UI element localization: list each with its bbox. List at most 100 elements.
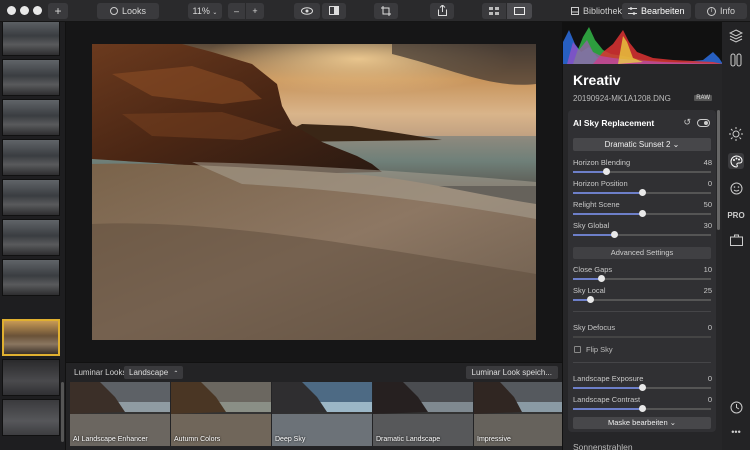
zoom-select[interactable]: 11% ⌄ bbox=[188, 3, 222, 19]
tool-header-controls: ↺ bbox=[683, 117, 710, 128]
zoom-window-button[interactable] bbox=[33, 6, 42, 15]
film-thumbnail[interactable] bbox=[2, 219, 60, 256]
tool-enable-toggle[interactable] bbox=[697, 118, 710, 127]
close-window-button[interactable] bbox=[7, 6, 16, 15]
slider-label: Horizon Position bbox=[573, 179, 628, 188]
film-thumbnail[interactable] bbox=[2, 22, 60, 56]
section-sonnenstrahlen[interactable]: Sonnenstrahlen bbox=[573, 442, 633, 450]
image-canvas bbox=[66, 22, 562, 362]
photo-image bbox=[92, 44, 536, 340]
reset-icon[interactable]: ↺ bbox=[683, 117, 691, 128]
preview-button[interactable] bbox=[294, 3, 320, 19]
look-thumbnail[interactable]: Dramatic Landscape bbox=[373, 382, 473, 446]
horizon-blending-slider[interactable] bbox=[573, 168, 711, 175]
look-thumbnail[interactable]: Deep Sky bbox=[272, 382, 372, 446]
edit-mask-button[interactable]: Maske bearbeiten ⌄ bbox=[573, 417, 711, 429]
tab-bearbeiten[interactable]: Bearbeiten bbox=[622, 3, 691, 19]
tool-title[interactable]: AI Sky Replacement bbox=[573, 118, 654, 128]
slider-label: Sky Local bbox=[573, 286, 606, 295]
looks-button[interactable]: Looks bbox=[97, 3, 159, 19]
slider-fill bbox=[573, 192, 642, 194]
slider-knob[interactable] bbox=[639, 189, 646, 196]
eye-icon bbox=[301, 7, 313, 15]
crop-button[interactable] bbox=[374, 3, 398, 19]
sky-local-slider[interactable] bbox=[573, 296, 711, 303]
tab-bibliothek[interactable]: Bibliothek bbox=[565, 3, 628, 19]
minimize-window-button[interactable] bbox=[20, 6, 29, 15]
film-thumbnail[interactable] bbox=[2, 399, 60, 436]
top-toolbar: + Looks 11% ⌄ – + Bibliothek Bearbeiten bbox=[0, 0, 750, 22]
canvas-adjust-icon[interactable] bbox=[728, 52, 744, 68]
film-thumbnail[interactable] bbox=[2, 259, 60, 296]
film-thumbnail[interactable] bbox=[2, 99, 60, 136]
palette-icon[interactable] bbox=[728, 153, 744, 169]
slider-knob[interactable] bbox=[639, 405, 646, 412]
slider-fill bbox=[573, 171, 607, 173]
flip-sky-checkbox[interactable] bbox=[574, 346, 581, 353]
compare-button[interactable] bbox=[322, 3, 346, 19]
slider-fill bbox=[573, 408, 642, 410]
look-thumbnail[interactable]: Impressive bbox=[474, 382, 562, 446]
film-thumbnail[interactable] bbox=[2, 139, 60, 176]
filmstrip-scrollbar[interactable] bbox=[61, 382, 64, 442]
slider-knob[interactable] bbox=[586, 296, 594, 303]
landscape-exposure-slider[interactable] bbox=[573, 384, 711, 391]
main-photo[interactable] bbox=[92, 44, 536, 340]
layers-icon[interactable] bbox=[728, 28, 744, 44]
horizon-position-slider[interactable] bbox=[573, 189, 711, 196]
chevron-icon: ⌃ bbox=[173, 371, 179, 377]
film-thumbnail[interactable] bbox=[2, 179, 60, 216]
zoom-out-button[interactable]: – bbox=[228, 3, 246, 19]
slider-knob[interactable] bbox=[603, 168, 611, 175]
slider-knob[interactable] bbox=[597, 275, 605, 282]
panel-scrollbar[interactable] bbox=[717, 110, 720, 230]
slider-value: 0 bbox=[707, 179, 712, 188]
essentials-sun-icon[interactable] bbox=[728, 126, 744, 142]
landscape-contrast-slider[interactable] bbox=[573, 405, 711, 412]
single-view-button[interactable] bbox=[507, 3, 532, 19]
divider bbox=[573, 362, 711, 363]
looks-label: Looks bbox=[121, 6, 147, 16]
look-thumbnail[interactable]: AI Landscape Enhancer bbox=[70, 382, 170, 446]
more-icon[interactable]: ••• bbox=[728, 424, 744, 440]
look-name: Impressive bbox=[477, 436, 511, 443]
panel-title: Kreativ bbox=[573, 72, 621, 88]
film-thumbnail[interactable] bbox=[2, 359, 60, 396]
slider-fill bbox=[573, 213, 642, 215]
slider-value: 48 bbox=[703, 158, 712, 167]
close-gaps-slider[interactable] bbox=[573, 275, 711, 282]
sliders-icon bbox=[628, 7, 637, 15]
save-look-button[interactable]: Luminar Look speich... bbox=[465, 366, 558, 379]
slider-knob[interactable] bbox=[639, 210, 646, 217]
tab-label: Bibliothek bbox=[583, 6, 623, 16]
sky-global-slider[interactable] bbox=[573, 231, 711, 238]
film-thumbnail-selected[interactable] bbox=[2, 319, 60, 356]
slider-knob[interactable] bbox=[611, 231, 619, 238]
slider-fill bbox=[573, 278, 601, 280]
relight-scene-slider[interactable] bbox=[573, 210, 711, 217]
history-icon[interactable] bbox=[728, 399, 744, 415]
looks-category-select[interactable]: Landscape ⌃ bbox=[124, 366, 184, 379]
tab-info[interactable]: i Info bbox=[695, 3, 747, 19]
flip-sky-label: Flip Sky bbox=[586, 345, 613, 354]
advanced-settings-button[interactable]: Advanced Settings bbox=[573, 247, 711, 259]
smiley-icon[interactable] bbox=[728, 180, 744, 196]
sky-preset-select[interactable]: Dramatic Sunset 2 ⌄ bbox=[573, 138, 711, 151]
pro-icon[interactable]: PRO bbox=[727, 207, 744, 223]
raw-badge: RAW bbox=[694, 95, 712, 101]
zoom-in-button[interactable]: + bbox=[246, 3, 264, 19]
film-thumbnail[interactable] bbox=[2, 59, 60, 96]
crop-icon bbox=[381, 6, 391, 16]
slider-knob[interactable] bbox=[639, 384, 646, 391]
add-photos-button[interactable]: + bbox=[48, 3, 68, 19]
share-button[interactable] bbox=[430, 3, 454, 19]
sky-defocus-slider[interactable] bbox=[573, 336, 711, 338]
look-thumbnail[interactable]: Autumn Colors bbox=[171, 382, 271, 446]
ai-sky-replacement-tool: AI Sky Replacement ↺ Dramatic Sunset 2 ⌄… bbox=[568, 110, 716, 432]
grid-view-button[interactable] bbox=[482, 3, 507, 19]
histogram-chart bbox=[563, 27, 723, 64]
info-icon: i bbox=[706, 6, 716, 16]
looks-icon bbox=[109, 7, 118, 15]
tab-label: Info bbox=[719, 6, 735, 16]
briefcase-icon[interactable] bbox=[728, 232, 744, 248]
